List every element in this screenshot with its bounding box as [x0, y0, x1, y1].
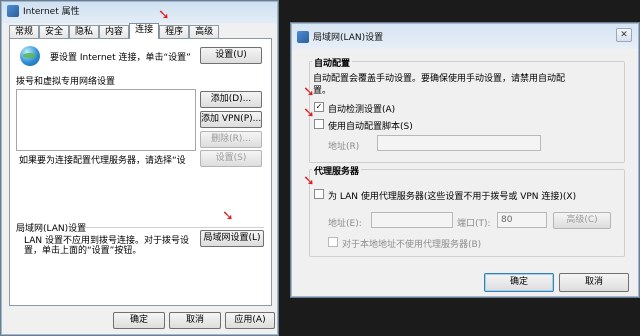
window-title: 局域网(LAN)设置 — [297, 30, 383, 43]
bypass-local-checkbox[interactable] — [328, 237, 338, 247]
use-proxy-label: 为 LAN 使用代理服务器(这些设置不用于拨号或 VPN 连接)(X) — [328, 192, 577, 202]
settings-button[interactable]: 设置(S) — [200, 150, 262, 167]
tab-content[interactable]: 内容 — [99, 25, 130, 39]
cancel-button[interactable]: 取消 — [559, 273, 629, 292]
lan-settings-button[interactable]: 局域网设置(L) — [200, 230, 264, 247]
lan-settings-window: 局域网(LAN)设置 ✕ 自动配置 自动配置会覆盖手动设置。要确保使用手动设置，… — [290, 22, 640, 298]
script-address-label: 地址(R) — [328, 142, 360, 152]
auto-detect-label: 自动检测设置(A) — [328, 105, 396, 115]
auto-config-desc-line2: 置。 — [313, 86, 332, 96]
ok-button[interactable]: 确定 — [484, 273, 554, 292]
proxy-address-label: 地址(E): — [328, 219, 362, 229]
annotation-arrow-icon: ➘ — [222, 208, 234, 224]
annotation-arrow-icon: ➘ — [303, 105, 315, 121]
port-label: 端口(T): — [457, 219, 491, 229]
port-field[interactable]: 80 — [497, 212, 547, 228]
tab-strip: 常规 安全 隐私 内容 连接 程序 高级 — [9, 23, 220, 39]
cancel-button[interactable]: 取消 — [169, 312, 221, 329]
advanced-button[interactable]: 高级(C) — [553, 212, 611, 229]
proxy-server-caption: 代理服务器 — [312, 164, 362, 177]
annotation-arrow-icon: ➘ — [303, 173, 315, 189]
ok-button[interactable]: 确定 — [113, 312, 165, 329]
setup-button[interactable]: 设置(U) — [200, 47, 262, 64]
setup-text: 要设置 Internet 连接，单击“设置” — [50, 53, 191, 63]
globe-icon — [20, 46, 40, 66]
proxy-address-field[interactable] — [371, 212, 453, 228]
tab-programs[interactable]: 程序 — [159, 25, 190, 39]
network-settings-icon — [297, 30, 309, 43]
add-button[interactable]: 添加(D)... — [200, 91, 262, 108]
bypass-local-label: 对于本地地址不使用代理服务器(B) — [342, 240, 482, 250]
script-address-field[interactable] — [377, 135, 541, 151]
apply-button[interactable]: 应用(A) — [225, 312, 275, 329]
annotation-arrow-icon: ➘ — [158, 7, 170, 23]
proxy-hint-text: 如果要为连接配置代理服务器，请选择“设 — [19, 156, 186, 166]
use-script-checkbox[interactable] — [314, 119, 324, 129]
tab-advanced[interactable]: 高级 — [189, 25, 220, 39]
auto-detect-checkbox[interactable]: ✓ — [314, 102, 324, 112]
tab-general[interactable]: 常规 — [9, 25, 40, 39]
annotation-arrow-icon: ➘ — [303, 84, 315, 100]
window-title: Internet 属性 — [7, 4, 80, 17]
use-script-label: 使用自动配置脚本(S) — [328, 122, 413, 132]
tab-privacy[interactable]: 隐私 — [69, 25, 100, 39]
add-vpn-button[interactable]: 添加 VPN(P)... — [200, 111, 262, 128]
close-icon[interactable]: ✕ — [616, 28, 632, 42]
tab-connections[interactable]: 连接 — [129, 23, 160, 39]
auto-config-desc-line1: 自动配置会覆盖手动设置。要确保使用手动设置，请禁用自动配 — [313, 74, 566, 84]
dialup-label: 拨号和虚拟专用网络设置 — [16, 77, 116, 87]
delete-button[interactable]: 删除(R)... — [200, 131, 262, 148]
dialup-connections-list[interactable] — [16, 89, 196, 151]
internet-properties-window: Internet 属性 常规 安全 隐私 内容 连接 程序 高级 ➘ 要设置 I… — [0, 0, 279, 336]
connections-panel: 要设置 Internet 连接，单击“设置” 设置(U) 拨号和虚拟专用网络设置… — [9, 38, 272, 306]
lan-text-line2: 置，单击上面的“设置”按钮。 — [24, 246, 142, 256]
lan-divider — [84, 227, 264, 228]
tab-security[interactable]: 安全 — [39, 25, 70, 39]
auto-config-caption: 自动配置 — [312, 56, 353, 69]
internet-options-icon — [7, 4, 19, 17]
use-proxy-checkbox[interactable] — [314, 189, 324, 199]
